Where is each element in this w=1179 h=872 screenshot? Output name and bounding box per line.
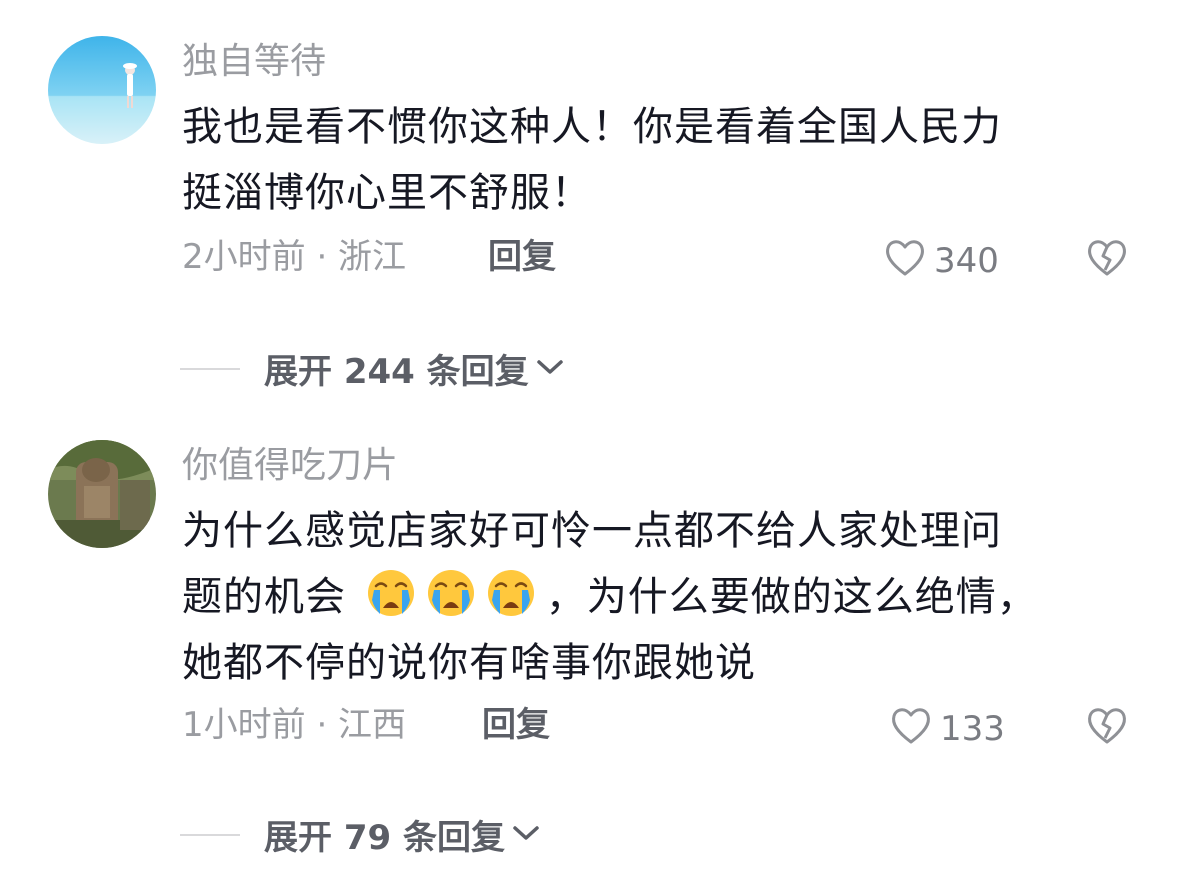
expand-replies[interactable]: 展开 244 条回复 xyxy=(180,344,565,393)
time-location: 1小时前 · 江西 xyxy=(182,705,407,745)
username[interactable]: 独自等待 xyxy=(182,44,326,80)
comment-text: 为什么感觉店家好可怜一点都不给人家处理问 题的机会 ，为什么要做的这么绝情， 她… xyxy=(182,498,1102,696)
loudly-crying-face-icon xyxy=(366,568,416,618)
avatar[interactable] xyxy=(48,440,156,548)
loudly-crying-face-icon xyxy=(486,568,536,618)
expand-replies[interactable]: 展开 79 条回复 xyxy=(180,810,541,859)
comment-line-segment: ，为什么要做的这么绝情， xyxy=(545,574,1038,620)
chevron-down-icon xyxy=(511,823,541,847)
broken-heart-icon xyxy=(1086,240,1128,282)
expand-replies-label[interactable]: 展开 79 条回复 xyxy=(264,810,505,859)
comment-line: 为什么感觉店家好可怜一点都不给人家处理问 xyxy=(182,508,1002,554)
like-button[interactable]: 340 xyxy=(884,238,999,284)
comment-line: 她都不停的说你有啥事你跟她说 xyxy=(182,640,756,686)
reply-button[interactable]: 回复 xyxy=(482,708,550,742)
dislike-button[interactable] xyxy=(1086,238,1128,282)
expand-replies-label[interactable]: 展开 244 条回复 xyxy=(264,344,529,393)
loudly-crying-face-icon xyxy=(426,568,476,618)
comment-item: 你值得吃刀片 为什么感觉店家好可怜一点都不给人家处理问 题的机会 ，为什么要做的… xyxy=(0,420,1179,872)
comment-line-segment: 题的机会 xyxy=(182,574,346,620)
like-count: 133 xyxy=(940,709,1005,749)
comment-text: 我也是看不惯你这种人！你是看着全国人民力 挺淄博你心里不舒服！ xyxy=(182,94,1102,226)
divider-line xyxy=(180,833,240,836)
heart-outline-icon xyxy=(884,238,934,284)
comment-line: 题的机会 ，为什么要做的这么绝情， xyxy=(182,564,1102,630)
chevron-down-icon xyxy=(535,357,565,381)
like-button[interactable]: 133 xyxy=(890,706,1005,752)
broken-heart-icon xyxy=(1086,708,1128,750)
like-count: 340 xyxy=(934,241,999,281)
heart-outline-icon xyxy=(890,706,940,752)
comment-line: 挺淄博你心里不舒服！ xyxy=(182,170,592,216)
time-location: 2小时前 · 浙江 xyxy=(182,237,407,277)
dislike-button[interactable] xyxy=(1086,706,1128,750)
username[interactable]: 你值得吃刀片 xyxy=(182,448,398,484)
avatar[interactable] xyxy=(48,36,156,144)
divider-line xyxy=(180,367,240,370)
reply-button[interactable]: 回复 xyxy=(488,240,556,274)
comment-item: 独自等待 我也是看不惯你这种人！你是看着全国人民力 挺淄博你心里不舒服！ 2小时… xyxy=(0,0,1179,420)
comment-line: 我也是看不惯你这种人！你是看着全国人民力 xyxy=(182,104,1002,150)
